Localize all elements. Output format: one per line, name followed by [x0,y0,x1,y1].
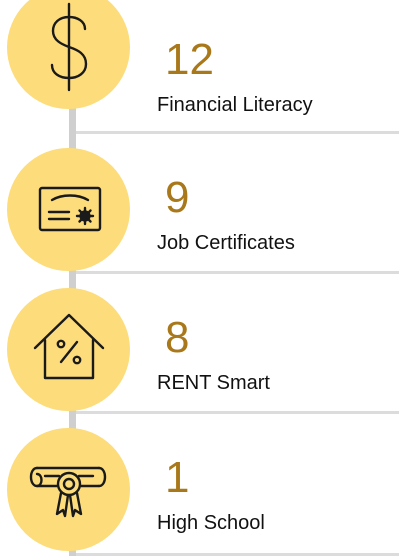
stat-value: 9 [165,173,190,222]
stat-value: 1 [165,453,190,502]
stat-label: Job Certificates [157,232,295,254]
stat-value: 8 [165,313,190,362]
stat-item-job-certificates: 9 Job Certificates [0,136,399,275]
divider [76,271,399,274]
stat-label: High School [157,512,265,534]
house-percent-icon [7,288,130,411]
stat-label: RENT Smart [157,372,270,394]
stat-item-rent-smart: 8 RENT Smart [0,276,399,415]
diploma-icon [7,428,130,551]
stat-item-financial-literacy: 12 Financial Literacy [0,0,399,139]
stat-value: 12 [165,35,214,84]
dollar-sign-icon [7,0,130,109]
stat-label: Financial Literacy [157,94,313,116]
divider [76,131,399,134]
certificate-icon [7,148,130,271]
divider [76,411,399,414]
stat-item-high-school: 1 High School [0,416,399,555]
